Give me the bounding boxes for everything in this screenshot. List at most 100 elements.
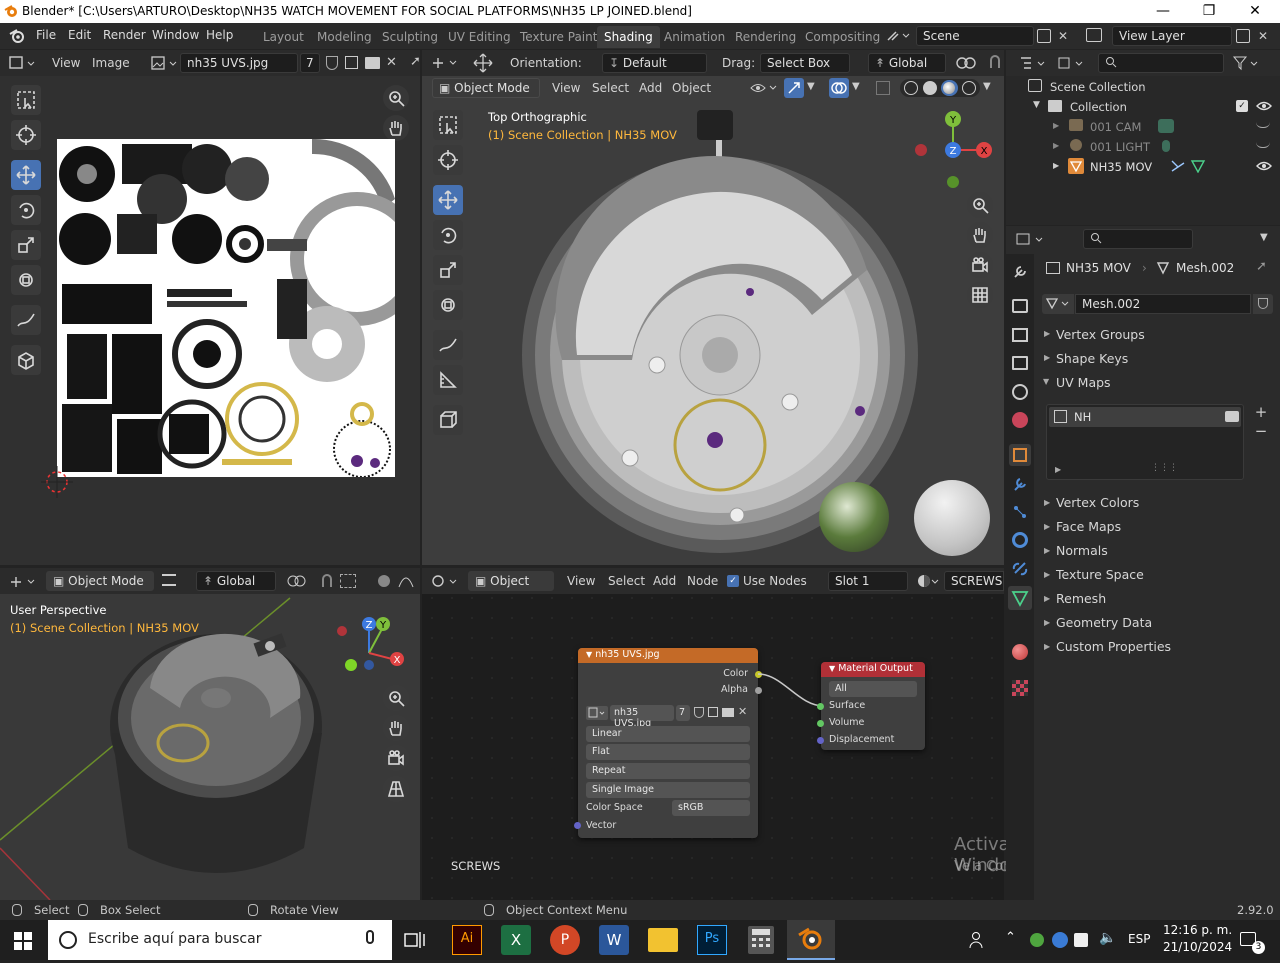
viewport-scale-tool[interactable] <box>433 255 463 285</box>
scale-tool[interactable] <box>11 230 41 260</box>
node-add-menu[interactable]: Add <box>653 574 676 588</box>
remove-uv-map-button[interactable]: − <box>1252 424 1270 442</box>
fake-user-shield-icon[interactable] <box>326 56 338 70</box>
surface-input-socket[interactable] <box>817 703 824 710</box>
solid-shading-icon[interactable] <box>923 81 937 95</box>
pin-icon[interactable]: ➚ <box>410 54 421 69</box>
rendered-shading-icon[interactable] <box>962 81 976 95</box>
light-hidden-eye-icon[interactable] <box>1256 142 1270 148</box>
color-space-dropdown[interactable]: sRGB <box>672 800 750 816</box>
viewport-move-tool[interactable] <box>433 185 463 215</box>
view-layer-tab-icon[interactable] <box>1012 356 1028 370</box>
remesh-expand-icon[interactable]: ▶ <box>1044 594 1050 603</box>
viewport-rotate-tool[interactable] <box>433 220 463 250</box>
uv-map-item[interactable]: NH <box>1049 407 1241 427</box>
image-editor-view-menu[interactable]: View <box>52 56 80 70</box>
bottom-camera-icon[interactable] <box>383 745 409 771</box>
panel-custom-properties[interactable]: Custom Properties <box>1056 639 1171 654</box>
panel-uv-maps[interactable]: UV Maps <box>1056 375 1111 390</box>
zoom-icon[interactable] <box>383 85 409 111</box>
use-nodes-checkbox[interactable]: ✓ <box>727 575 739 587</box>
open-image-folder-icon[interactable] <box>365 57 380 69</box>
node-image-name-field[interactable]: nh35 UVS.jpg <box>610 705 674 729</box>
collection-label[interactable]: Collection <box>1070 100 1127 114</box>
constraints-tab-icon[interactable] <box>1012 560 1028 576</box>
viewport-pan-icon[interactable] <box>967 222 993 248</box>
volume-icon[interactable]: 🔈 <box>1099 930 1116 946</box>
displacement-input-socket[interactable] <box>817 737 824 744</box>
excel-taskbar-icon[interactable]: X <box>501 925 531 955</box>
navigation-gizmo[interactable]: Y X Z <box>912 108 996 192</box>
viewport-object-menu[interactable]: Object <box>672 81 711 95</box>
tab-sculpting[interactable]: Sculpting <box>375 26 445 48</box>
visibility-toggle-icon[interactable] <box>749 79 779 97</box>
scene-collection-label[interactable]: Scene Collection <box>1050 80 1146 94</box>
properties-search-input[interactable] <box>1083 229 1193 249</box>
unlink-image-icon[interactable]: ✕ <box>386 55 397 70</box>
view-layer-icon[interactable] <box>1086 28 1102 42</box>
bottom-navigation-gizmo[interactable]: Z Y X <box>333 613 413 693</box>
uv-active-render-icon[interactable] <box>1225 411 1239 422</box>
add-uv-map-button[interactable]: + <box>1252 404 1270 422</box>
orientation-dropdown[interactable]: ↧ Default <box>602 53 707 73</box>
annotate-tool[interactable] <box>11 305 41 335</box>
sample-tool[interactable] <box>11 345 41 375</box>
menu-render[interactable]: Render <box>103 28 146 42</box>
image-editor-image-menu[interactable]: Image <box>92 56 130 70</box>
gizmo-toggle-icon[interactable] <box>784 78 804 98</box>
filter-icon[interactable] <box>1232 55 1262 72</box>
viewport-add-cube-tool[interactable] <box>433 405 463 435</box>
node-duplicate-icon[interactable] <box>708 707 718 717</box>
node-image-browse-icon[interactable] <box>586 706 608 720</box>
light-data-icon[interactable] <box>1162 140 1170 152</box>
illustrator-taskbar-icon[interactable]: Ai <box>452 925 482 955</box>
render-tab-icon[interactable] <box>1012 299 1028 313</box>
mesh-browse-icon[interactable] <box>1042 294 1074 314</box>
language-indicator[interactable]: ESP <box>1128 932 1150 946</box>
panel-face-maps[interactable]: Face Maps <box>1056 519 1121 534</box>
tab-layout[interactable]: Layout <box>256 26 311 48</box>
bottom-zoom-icon[interactable] <box>383 685 409 711</box>
panel-vertex-groups[interactable]: Vertex Groups <box>1056 327 1145 342</box>
wireframe-shading-icon[interactable] <box>904 81 918 95</box>
normals-expand-icon[interactable]: ▶ <box>1044 546 1050 555</box>
projection-dropdown[interactable]: Flat <box>586 744 750 760</box>
particles-tab-icon[interactable] <box>1012 504 1028 520</box>
photoshop-taskbar-icon[interactable]: Ps <box>697 925 727 955</box>
tab-rendering[interactable]: Rendering <box>728 26 803 48</box>
collection-expand-icon[interactable]: ▼ <box>1033 100 1040 110</box>
delete-scene-icon[interactable]: ✕ <box>1058 29 1068 43</box>
viewport-zoom-icon[interactable] <box>967 192 993 218</box>
node-select-menu[interactable]: Select <box>608 574 645 588</box>
custom-properties-expand-icon[interactable]: ▶ <box>1044 642 1050 651</box>
close-button[interactable]: ✕ <box>1232 0 1278 23</box>
camera-data-icon[interactable] <box>1158 119 1174 133</box>
outliner-item-nh35[interactable]: NH35 MOV <box>1090 160 1152 174</box>
outliner-editor-type-icon[interactable] <box>1018 55 1048 72</box>
xray-toggle-icon[interactable] <box>876 81 890 95</box>
vector-input-socket[interactable] <box>574 822 581 829</box>
vertex-colors-expand-icon[interactable]: ▶ <box>1044 498 1050 507</box>
view-layer-selector[interactable]: View Layer <box>1112 26 1232 46</box>
pin-properties-icon[interactable]: ➚ <box>1256 259 1267 274</box>
cursor-tool[interactable] <box>11 120 41 150</box>
world-tab-icon[interactable] <box>1012 412 1028 428</box>
collection-include-checkbox[interactable]: ✓ <box>1236 100 1248 112</box>
panel-normals[interactable]: Normals <box>1056 543 1108 558</box>
menu-file[interactable]: File <box>36 28 56 42</box>
viewport-view-menu[interactable]: View <box>552 81 580 95</box>
scene-tab-icon[interactable] <box>1012 384 1028 400</box>
viewport-transform-tool[interactable] <box>433 290 463 320</box>
duplicate-image-icon[interactable] <box>345 56 358 69</box>
clock-date[interactable]: 21/10/2024 <box>1163 940 1232 954</box>
tool-tab-icon[interactable] <box>1012 264 1028 280</box>
outliner-item-light[interactable]: 001 LIGHT <box>1090 140 1150 154</box>
microphone-icon[interactable] <box>366 930 374 944</box>
powerpoint-taskbar-icon[interactable]: P <box>550 925 580 955</box>
transform-tool[interactable] <box>11 265 41 295</box>
move-tool[interactable] <box>11 160 41 190</box>
new-scene-icon[interactable] <box>1037 29 1051 43</box>
transform-orientation-dropdown[interactable]: ↟ Global <box>868 53 946 73</box>
shading-dropdown-icon[interactable]: ▼ <box>983 81 991 92</box>
material-output-node-header[interactable]: ▼ Material Output <box>821 662 925 677</box>
